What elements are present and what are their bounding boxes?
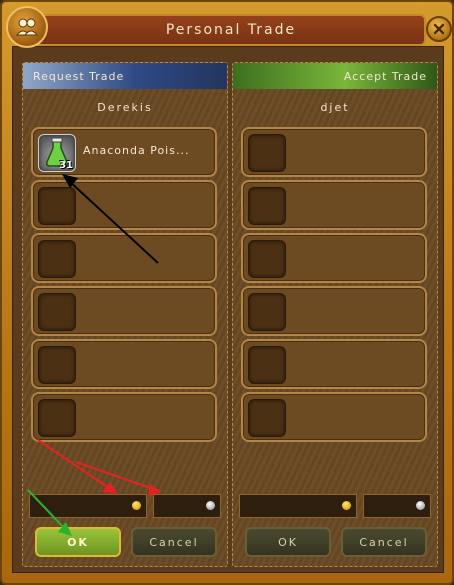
- silver-input[interactable]: [153, 494, 221, 518]
- accept-trade-panel: Accept Trade djet OK Cancel: [232, 62, 438, 567]
- item-name: Anaconda Pois...: [83, 144, 190, 157]
- partner-ok-button: OK: [245, 527, 331, 557]
- right-player-name: djet: [320, 101, 350, 114]
- partner-slot-3: [241, 233, 427, 283]
- empty-slot-icon: [38, 399, 76, 437]
- gold-coin-icon: [342, 501, 351, 510]
- trade-slot-4[interactable]: [31, 286, 217, 336]
- empty-slot-icon: [38, 293, 76, 331]
- friends-icon: [15, 18, 39, 36]
- partner-slot-2: [241, 180, 427, 230]
- trade-slot-2[interactable]: [31, 180, 217, 230]
- window-title: Personal Trade: [165, 22, 297, 38]
- partner-slot-6: [241, 392, 427, 442]
- empty-slot-icon: [38, 346, 76, 384]
- trade-slot-3[interactable]: [31, 233, 217, 283]
- empty-slot-icon: [248, 346, 286, 384]
- partner-cancel-button: Cancel: [341, 527, 427, 557]
- empty-slot-icon: [248, 134, 286, 172]
- silver-coin-icon: [416, 501, 425, 510]
- trade-slot-5[interactable]: [31, 339, 217, 389]
- empty-slot-icon: [248, 240, 286, 278]
- silver-coin-icon: [206, 501, 215, 510]
- left-player-name: Derekis: [97, 101, 153, 114]
- trade-slot-1[interactable]: 31 Anaconda Pois...: [31, 127, 217, 177]
- accept-trade-header: Accept Trade: [233, 63, 437, 89]
- request-trade-header: Request Trade: [23, 63, 227, 89]
- partner-slot-5: [241, 339, 427, 389]
- trade-window: Personal Trade Request Trade Derekis 31: [0, 0, 454, 585]
- partner-gold-field: [239, 494, 357, 518]
- cancel-button[interactable]: Cancel: [131, 527, 217, 557]
- item-count: 31: [59, 160, 73, 171]
- partner-silver-field: [363, 494, 431, 518]
- empty-slot-icon: [38, 187, 76, 225]
- friends-button[interactable]: [6, 6, 48, 48]
- close-button[interactable]: [426, 16, 452, 42]
- empty-slot-icon: [248, 399, 286, 437]
- partner-slot-4: [241, 286, 427, 336]
- trade-slot-6[interactable]: [31, 392, 217, 442]
- ok-button[interactable]: OK: [35, 527, 121, 557]
- gold-coin-icon: [132, 501, 141, 510]
- gold-input[interactable]: [29, 494, 147, 518]
- potion-icon: 31: [38, 134, 76, 172]
- close-icon: [433, 23, 445, 35]
- request-trade-panel: Request Trade Derekis 31 Anaconda Pois..…: [22, 62, 228, 567]
- empty-slot-icon: [248, 293, 286, 331]
- partner-slot-1: [241, 127, 427, 177]
- empty-slot-icon: [248, 187, 286, 225]
- empty-slot-icon: [38, 240, 76, 278]
- title-bar: Personal Trade: [36, 14, 426, 46]
